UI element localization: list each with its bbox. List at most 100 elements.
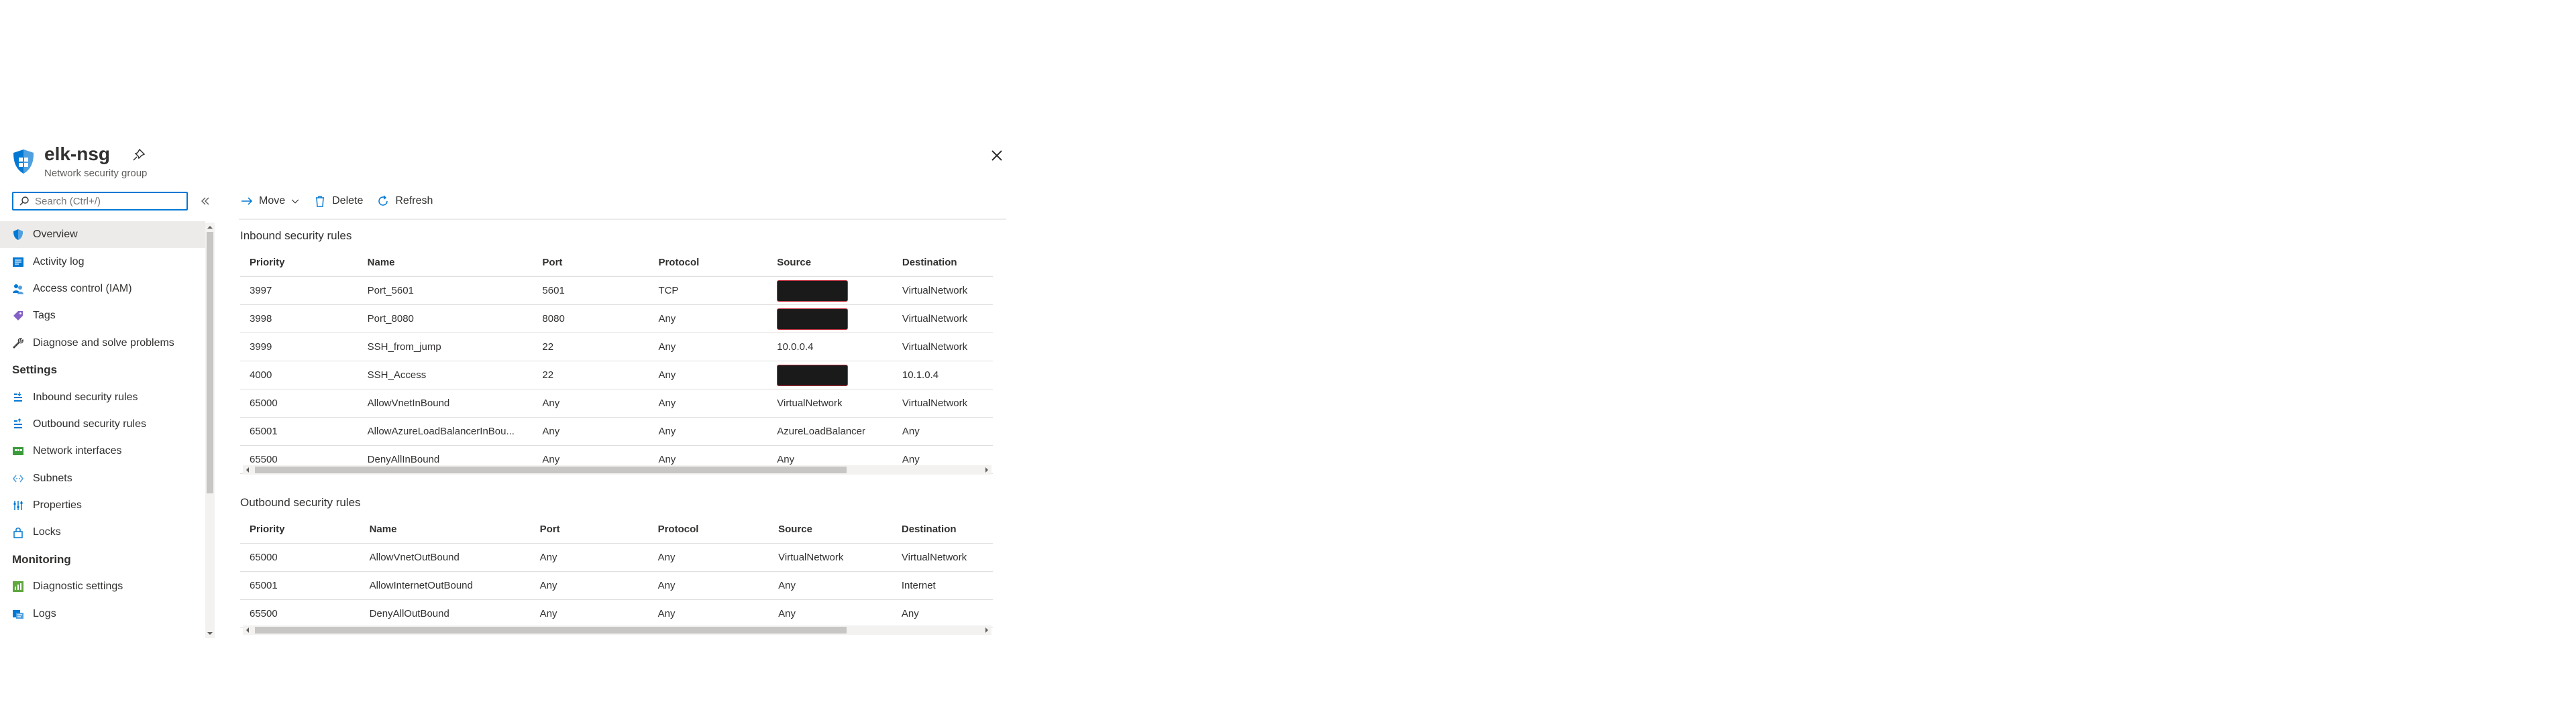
cell-priority: 4000 [240, 361, 358, 389]
sidebar-item-subnets[interactable]: Subnets [0, 465, 205, 492]
cell-port: 22 [533, 333, 649, 361]
sidebar-item-label: Activity log [33, 255, 85, 267]
sidebar-item-label: Tags [33, 310, 56, 322]
sidebar-scrollbar-thumb[interactable] [207, 232, 213, 493]
scroll-right-icon[interactable] [983, 467, 990, 473]
scroll-down-icon[interactable] [207, 630, 213, 637]
cell-priority: 65500 [240, 599, 360, 628]
scroll-left-icon[interactable] [244, 627, 251, 634]
sidebar-item-label: Diagnostic settings [33, 581, 123, 593]
table-row[interactable]: 4000 SSH_Access 22 Any 10.1.0.4 [240, 361, 993, 389]
cell-name: SSH_from_jump [358, 333, 533, 361]
cell-name: AllowAzureLoadBalancerInBou... [358, 417, 533, 446]
cell-source: 10.0.0.4 [767, 333, 893, 361]
redacted-block [777, 308, 849, 330]
sidebar-item-overview[interactable]: Overview [0, 221, 205, 249]
column-header[interactable]: Source [767, 248, 893, 277]
column-header[interactable]: Destination [892, 515, 993, 544]
cell-name: Port_5601 [358, 276, 533, 305]
scroll-up-icon[interactable] [207, 224, 213, 231]
search-box[interactable] [12, 192, 188, 210]
lock-icon [12, 526, 24, 539]
delete-button[interactable]: Delete [313, 194, 363, 208]
cell-source: Any [769, 599, 892, 628]
network-interface-icon [12, 445, 24, 457]
search-input[interactable] [34, 194, 184, 208]
sidebar-item-locks[interactable]: Locks [0, 519, 205, 546]
cell-destination: VirtualNetwork [892, 333, 993, 361]
cell-port: Any [530, 571, 649, 600]
table-row[interactable]: 65001 AllowAzureLoadBalancerInBou... Any… [240, 417, 993, 446]
scroll-left-icon[interactable] [244, 467, 251, 473]
sidebar-item-diagnostic-settings[interactable]: Diagnostic settings [0, 573, 205, 600]
tag-icon [12, 310, 24, 322]
table-row[interactable]: 65001 AllowInternetOutBound Any Any Any … [240, 571, 993, 600]
scroll-right-icon[interactable] [983, 627, 990, 634]
column-header[interactable]: Protocol [649, 248, 768, 277]
column-header[interactable]: Port [530, 515, 649, 544]
cell-destination: VirtualNetwork [892, 389, 993, 418]
column-header[interactable]: Destination [892, 248, 993, 277]
refresh-label: Refresh [395, 195, 433, 206]
cell-protocol: Any [649, 389, 768, 418]
inbound-horizontal-scrollbar[interactable] [243, 465, 991, 475]
collapse-menu-icon[interactable] [199, 194, 212, 208]
properties-icon [12, 499, 24, 511]
table-header-row: Priority Name Port Protocol Source Desti… [240, 248, 993, 277]
cell-protocol: Any [649, 361, 768, 389]
cell-name: Port_8080 [358, 304, 533, 333]
refresh-icon [378, 195, 388, 206]
column-header[interactable]: Name [360, 515, 531, 544]
table-row[interactable]: 3997 Port_5601 5601 TCP VirtualNetwork [240, 276, 993, 305]
sidebar-item-diagnose[interactable]: Diagnose and solve problems [0, 330, 205, 357]
command-bar: Move Delete Refresh [240, 194, 433, 208]
table-row[interactable]: 3999 SSH_from_jump 22 Any 10.0.0.4 Virtu… [240, 333, 993, 361]
logs-icon [12, 608, 24, 620]
sidebar-item-tags[interactable]: Tags [0, 302, 205, 329]
sidebar-item-label: Diagnose and solve problems [33, 337, 174, 349]
cell-destination: VirtualNetwork [892, 276, 993, 305]
sidebar-section-settings: Settings [12, 363, 58, 377]
sidebar-item-properties[interactable]: Properties [0, 492, 205, 519]
cell-protocol: Any [649, 333, 768, 361]
sidebar-scrollbar[interactable] [205, 223, 215, 638]
cell-priority: 65001 [240, 417, 358, 446]
sidebar-item-inbound-rules[interactable]: Inbound security rules [0, 383, 205, 410]
search-icon [19, 196, 29, 206]
sidebar-item-network-interfaces[interactable]: Network interfaces [0, 438, 205, 465]
sidebar-item-label: Access control (IAM) [33, 282, 132, 294]
table-row[interactable]: 65500 DenyAllOutBound Any Any Any Any [240, 599, 993, 628]
network-security-group-icon [13, 149, 34, 174]
sidebar-item-access-control[interactable]: Access control (IAM) [0, 276, 205, 302]
sidebar-item-outbound-rules[interactable]: Outbound security rules [0, 411, 205, 438]
column-header[interactable]: Source [769, 515, 892, 544]
column-header[interactable]: Priority [240, 515, 360, 544]
table-row[interactable]: 3998 Port_8080 8080 Any VirtualNetwork [240, 304, 993, 333]
shield-icon [12, 229, 24, 241]
cell-port: Any [533, 417, 649, 446]
page-subtitle: Network security group [44, 168, 148, 179]
cell-priority: 65001 [240, 571, 360, 600]
table-row[interactable]: 65000 AllowVnetInBound Any Any VirtualNe… [240, 389, 993, 418]
pin-icon[interactable] [131, 147, 146, 162]
move-button[interactable]: Move [240, 194, 300, 208]
table-row[interactable]: 65000 AllowVnetOutBound Any Any VirtualN… [240, 543, 993, 572]
column-header[interactable]: Port [533, 248, 649, 277]
column-header[interactable]: Priority [240, 248, 358, 277]
column-header[interactable]: Name [358, 248, 533, 277]
inbound-scrollbar-thumb[interactable] [255, 467, 847, 473]
wrench-icon [12, 337, 24, 349]
cell-name: SSH_Access [358, 361, 533, 389]
column-header[interactable]: Protocol [648, 515, 769, 544]
cell-source [767, 361, 893, 389]
outbound-horizontal-scrollbar[interactable] [243, 625, 991, 635]
outbound-section-title: Outbound security rules [240, 496, 361, 509]
sidebar-item-logs[interactable]: Logs [0, 600, 205, 627]
outbound-scrollbar-thumb[interactable] [255, 627, 847, 634]
close-icon[interactable] [987, 146, 1006, 165]
trash-icon [316, 196, 325, 207]
cell-source: VirtualNetwork [769, 543, 892, 572]
sidebar-item-activity-log[interactable]: Activity log [0, 248, 205, 275]
refresh-button[interactable]: Refresh [376, 194, 433, 208]
cell-name: DenyAllOutBound [360, 599, 531, 628]
